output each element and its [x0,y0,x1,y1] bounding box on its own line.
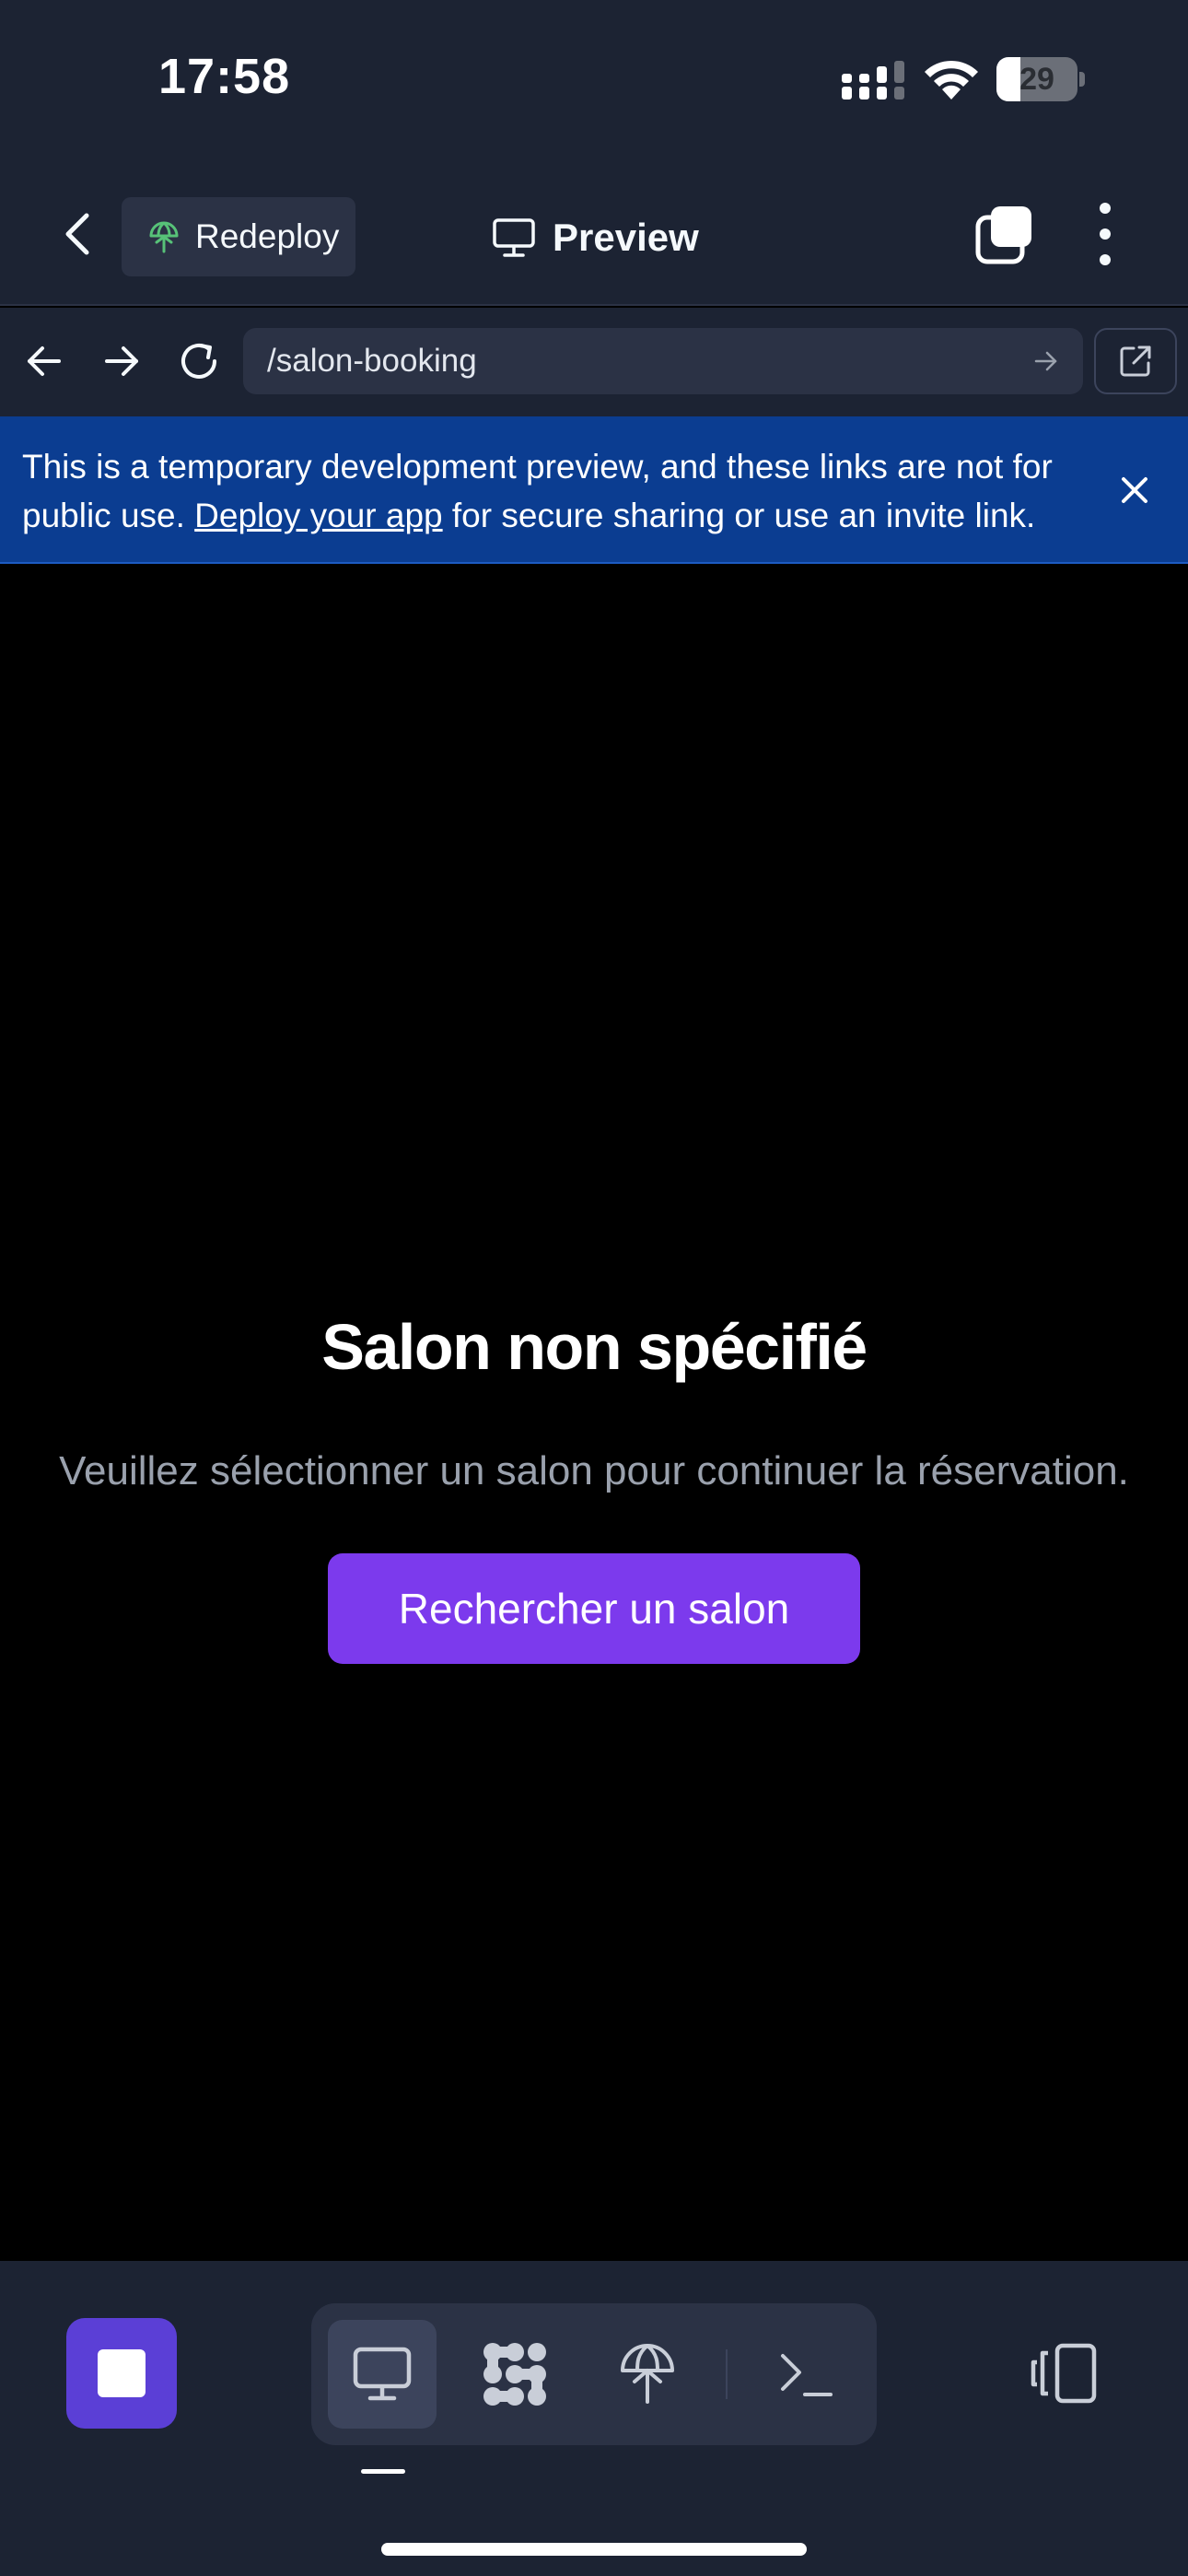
status-time: 17:58 [158,49,291,104]
tabs-icon[interactable] [974,203,1037,265]
stop-icon [98,2349,146,2397]
active-tool-indicator [361,2469,405,2474]
preview-content: Salon non spécifié Veuillez sélectionner… [0,564,1188,2261]
deploy-app-link[interactable]: Deploy your app [194,497,442,534]
home-indicator [381,2543,807,2556]
more-vertical-icon[interactable] [1090,199,1120,269]
page-message: Veuillez sélectionner un salon pour cont… [59,1448,1129,1493]
status-bar: 17:58 29 [0,0,1188,162]
redeploy-label: Redeploy [195,217,340,255]
deploy-tool-button[interactable] [593,2320,702,2429]
battery-icon: 29 [996,57,1085,101]
cellular-signal-icon [842,61,904,100]
shell-tool-button[interactable] [751,2320,860,2429]
search-salon-button[interactable]: Rechercher un salon [328,1553,860,1664]
banner-text-after: for secure sharing or use an invite link… [442,497,1036,534]
go-arrow-icon[interactable] [1031,346,1061,376]
tool-separator [726,2349,728,2399]
chevron-left-icon[interactable] [50,205,109,263]
close-icon[interactable] [1112,468,1157,512]
preview-tool-button[interactable] [328,2320,437,2429]
preview-label: Preview [553,216,699,259]
wifi-icon [925,60,978,100]
stop-button[interactable] [66,2318,177,2429]
arrow-left-icon[interactable] [17,334,72,389]
workspace-icon [483,2343,546,2406]
preview-tab[interactable]: Preview [492,203,699,273]
external-link-icon [1120,345,1151,377]
page-title: Salon non spécifié [321,1311,868,1383]
reload-icon[interactable] [171,334,227,389]
deploy-icon [621,2344,674,2404]
redeploy-button[interactable]: Redeploy [122,197,355,276]
app-screen: 17:58 29 Redeploy Preview /salon-booking… [0,0,1188,2576]
url-text: /salon-booking [267,343,477,379]
url-input[interactable]: /salon-booking [243,328,1083,394]
bottom-dock [0,2261,1188,2576]
open-external-button[interactable] [1094,328,1177,394]
monitor-icon [493,218,535,257]
url-bar: /salon-booking [0,308,1188,416]
banner-text: This is a temporary development preview,… [22,442,1081,540]
deploy-icon [149,221,179,253]
battery-level: 29 [1019,62,1054,97]
monitor-icon [353,2347,412,2401]
top-toolbar: Redeploy Preview [0,162,1188,306]
devices-icon[interactable] [1030,2340,1101,2406]
dev-preview-banner: This is a temporary development preview,… [0,416,1188,564]
arrow-right-icon[interactable] [94,334,149,389]
terminal-icon [781,2354,833,2396]
tool-switcher [311,2303,877,2445]
workspace-tool-button[interactable] [460,2320,569,2429]
